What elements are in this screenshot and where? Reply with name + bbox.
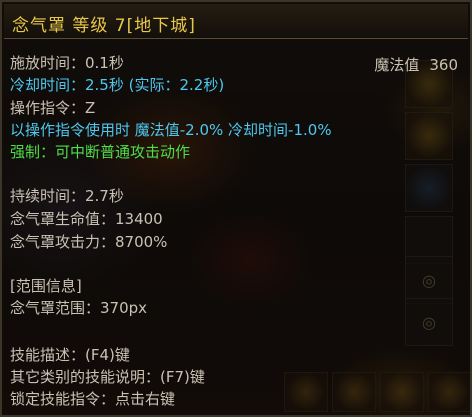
description-key: 技能描述：(F4)键	[10, 346, 130, 364]
lock-skill-key: 锁定技能指令：点击右键	[10, 390, 176, 408]
force-cancel: 强制：可中断普通攻击动作	[10, 143, 191, 161]
cast-time: 施放时间：0.1秒	[10, 54, 124, 72]
mana-value: 360	[429, 56, 458, 74]
shield-hp: 念气罩生命值：13400	[10, 210, 163, 228]
mana-label: 魔法值	[374, 56, 420, 74]
skill-tooltip: 念气罩 等级 7[地下城] 魔法值 360 施放时间：0.1秒 冷却时间：2.5秒…	[0, 0, 472, 417]
duration: 持续时间：2.7秒	[10, 187, 124, 205]
skill-title: 念气罩 等级 7[地下城]	[12, 16, 196, 36]
command-input: 操作指令：Z	[10, 99, 96, 117]
shield-attack: 念气罩攻击力：8700%	[10, 233, 168, 251]
tooltip-header: 念气罩 等级 7[地下城]	[4, 4, 468, 39]
cooldown-time: 冷却时间：2.5秒 (实际：2.2秒)	[10, 76, 225, 94]
command-bonus: 以操作指令使用时 魔法值-2.0% 冷却时间-1.0%	[10, 121, 332, 139]
shield-range: 念气罩范围：370px	[10, 299, 148, 317]
range-header: [范围信息]	[10, 277, 82, 295]
mana-cost: 魔法值 360	[374, 54, 458, 75]
other-skill-key: 其它类别的技能说明：(F7)键	[10, 368, 205, 386]
